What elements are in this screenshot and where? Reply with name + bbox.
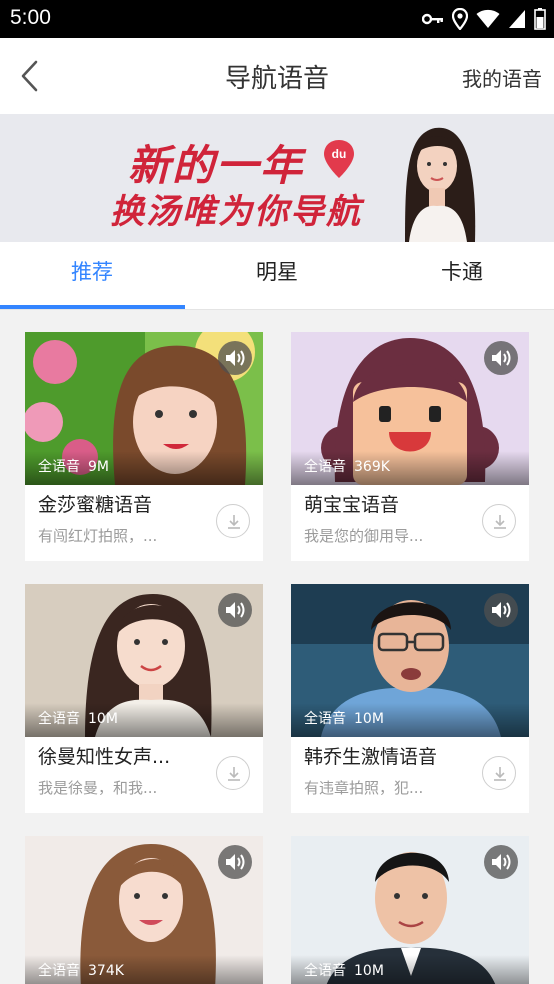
download-button[interactable] [482,504,516,538]
voice-card[interactable]: 全语音 374K [25,836,263,984]
speaker-icon [492,350,511,366]
voice-cover-image: 全语音 10M [25,584,263,737]
voice-name: 萌宝宝语音 [304,494,400,516]
banner-badge: du [332,147,347,161]
voice-name: 韩乔生激情语音 [304,746,438,768]
voice-card[interactable]: 全语音 10M 韩乔生激情语音 有违章拍照，犯... [291,584,529,813]
download-icon [494,515,506,529]
play-sample-button[interactable] [484,593,518,627]
download-button[interactable] [216,504,250,538]
tab-recommended[interactable]: 推荐 [0,242,184,308]
battery-icon [534,8,546,30]
signal-icon [509,10,525,28]
voice-type: 全语音 [38,711,80,727]
status-time: 5:00 [10,6,51,29]
voice-type: 全语音 [304,459,346,475]
voice-name: 金莎蜜糖语音 [38,494,153,516]
speaker-icon [226,854,245,870]
speaker-icon [226,350,245,366]
voice-type: 全语音 [304,963,346,979]
speaker-icon [226,602,245,618]
voice-description: 我是您的御用导... [304,527,424,545]
download-icon [228,515,240,529]
voice-cover-image: 全语音 374K [25,836,263,984]
play-sample-button[interactable] [218,341,252,375]
active-tab-indicator [0,305,185,309]
voice-size: 374K [88,963,124,979]
voice-size: 9M [88,459,109,475]
voice-type: 全语音 [38,963,80,979]
speaker-icon [492,602,511,618]
status-bar: 5:00 [0,0,554,38]
voice-meta: 全语音 10M [304,708,384,728]
voice-card[interactable]: 全语音 369K 萌宝宝语音 我是您的御用导... [291,332,529,561]
voice-card[interactable]: 全语音 10M [291,836,529,984]
voice-size: 10M [354,963,384,979]
play-sample-button[interactable] [484,341,518,375]
voice-card[interactable]: 全语音 9M 金莎蜜糖语音 有闯红灯拍照，... [25,332,263,561]
banner-pin-icon: du [324,140,354,178]
voice-meta: 全语音 10M [304,960,384,980]
voice-size: 10M [88,711,118,727]
banner-portrait [405,127,476,242]
location-icon [452,8,468,30]
my-voice-link[interactable]: 我的语音 [462,63,542,92]
tab-celebrity[interactable]: 明星 [185,242,369,308]
play-sample-button[interactable] [218,845,252,879]
play-sample-button[interactable] [218,593,252,627]
voice-type: 全语音 [304,711,346,727]
voice-meta: 全语音 369K [304,456,390,476]
download-button[interactable] [482,756,516,790]
voice-cover-image: 全语音 369K [291,332,529,485]
download-button[interactable] [216,756,250,790]
tab-cartoon[interactable]: 卡通 [370,242,554,308]
key-icon [422,13,443,25]
voice-meta: 全语音 10M [38,708,118,728]
category-tabs: 推荐 明星 卡通 [0,242,554,310]
voice-size: 10M [354,711,384,727]
speaker-icon [492,854,511,870]
voice-description: 有违章拍照，犯... [304,779,424,797]
voice-cover-image: 全语音 10M [291,584,529,737]
voice-meta: 全语音 374K [38,960,124,980]
download-icon [228,767,240,781]
voice-cover-image: 全语音 9M [25,332,263,485]
chevron-left-icon [21,60,38,92]
back-button[interactable] [10,56,50,96]
voice-description: 有闯红灯拍照，... [38,527,158,545]
download-icon [494,767,506,781]
banner-subline: 换汤唯为你导航 [110,192,362,232]
wifi-icon [476,9,500,28]
voice-cover-image: 全语音 10M [291,836,529,984]
promo-banner[interactable]: 新的一年 换汤唯为你导航 du [0,114,554,242]
voice-meta: 全语音 9M [38,456,109,476]
voice-description: 我是徐曼，和我... [38,779,158,797]
voice-type: 全语音 [38,459,80,475]
status-icons [422,8,546,30]
voice-card[interactable]: 全语音 10M 徐曼知性女声... 我是徐曼，和我... [25,584,263,813]
voice-name: 徐曼知性女声... [38,746,171,768]
app-header: 导航语音 我的语音 [0,38,554,114]
voice-size: 369K [354,459,390,475]
play-sample-button[interactable] [484,845,518,879]
